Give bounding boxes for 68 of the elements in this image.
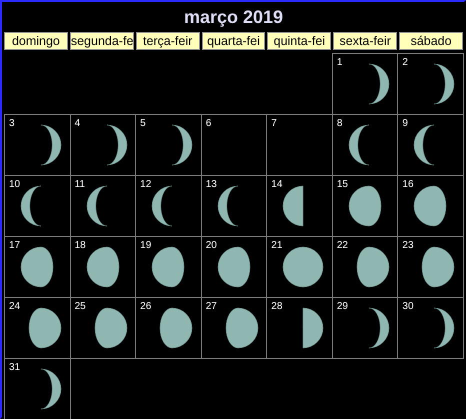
day-number: 6 — [206, 118, 212, 129]
day-number: 11 — [74, 179, 85, 190]
moon-drawing — [152, 186, 172, 226]
weekday-header: terça-feir — [136, 32, 200, 50]
day-number: 17 — [9, 240, 20, 251]
moon-drawing — [414, 124, 435, 166]
day-number: 28 — [271, 301, 282, 312]
moon-drawing — [94, 308, 127, 348]
moon-drawing — [422, 246, 455, 288]
day-number: 24 — [9, 301, 20, 312]
moon-drawing — [434, 64, 455, 104]
weekday-header: domingo — [4, 32, 68, 50]
day-number: 23 — [402, 240, 414, 251]
day-number: 15 — [336, 179, 348, 190]
day-number: 5 — [140, 118, 146, 129]
day-number: 2 — [402, 57, 408, 68]
moon-drawing — [368, 64, 390, 104]
weekday-header: sexta-feir — [333, 32, 398, 50]
day-number: 9 — [402, 118, 408, 129]
moon-drawing — [283, 246, 324, 288]
moon-drawing — [20, 246, 54, 288]
moon-drawing — [86, 186, 107, 226]
moon-drawing — [303, 308, 324, 348]
day-number: 22 — [336, 240, 348, 251]
day-number: 20 — [206, 240, 217, 251]
day-number: 7 — [271, 118, 277, 129]
day-number: 29 — [336, 301, 348, 312]
moon-drawing — [152, 246, 184, 288]
day-number: 16 — [402, 179, 414, 190]
moon-drawing — [172, 124, 192, 166]
day-number: 10 — [9, 179, 20, 190]
weekday-header: sábado — [399, 32, 463, 50]
day-number: 8 — [336, 118, 342, 129]
day-number: 27 — [206, 301, 217, 312]
moon-drawing — [434, 308, 455, 348]
moon-drawing — [86, 246, 119, 288]
moon-drawing — [218, 246, 250, 288]
moon-drawing — [106, 124, 127, 166]
weekday-header: quinta-fei — [267, 32, 332, 50]
weekday-header: segunda-fe — [70, 32, 134, 50]
moon-drawing — [368, 308, 390, 348]
day-number: 1 — [336, 57, 342, 68]
moon-drawing — [225, 308, 258, 348]
day-number: 26 — [140, 301, 152, 312]
moon-drawing — [20, 186, 42, 226]
moon-drawing — [283, 186, 304, 226]
day-number: 21 — [271, 240, 282, 251]
day-number: 14 — [271, 179, 282, 190]
moon-drawing — [160, 308, 192, 348]
moon-drawing — [356, 246, 390, 288]
day-number: 25 — [74, 301, 86, 312]
day-number: 19 — [140, 240, 152, 251]
day-number: 31 — [9, 362, 20, 373]
day-number: 12 — [140, 179, 152, 190]
day-number: 13 — [206, 179, 217, 190]
moon-drawing — [28, 308, 62, 348]
moon-drawing — [348, 124, 370, 166]
moon-drawing — [40, 368, 62, 410]
day-number: 18 — [74, 240, 86, 251]
weekday-header: quarta-fei — [202, 32, 266, 50]
moon-drawing — [348, 186, 382, 226]
day-number: 4 — [74, 118, 80, 129]
moon-drawing — [218, 186, 238, 226]
month-title: março 2019 — [182, 6, 284, 29]
day-number: 3 — [9, 118, 15, 129]
moon-drawing — [414, 186, 447, 226]
day-number: 30 — [402, 301, 414, 312]
moon-drawing — [40, 124, 62, 166]
